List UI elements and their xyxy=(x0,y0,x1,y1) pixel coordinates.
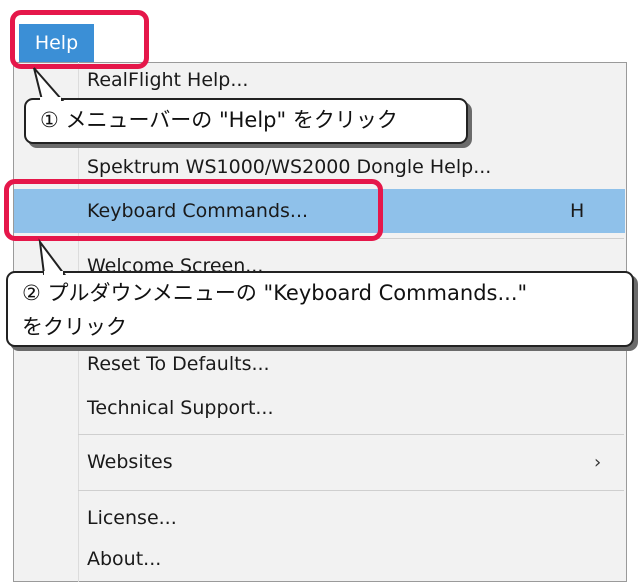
menu-item-label: License... xyxy=(87,507,177,529)
callout-step2: ② プルダウンメニューの "Keyboard Commands..." をクリッ… xyxy=(6,271,634,347)
menu-separator xyxy=(78,490,624,491)
menu-item-reset-to-defaults[interactable]: Reset To Defaults... xyxy=(14,342,625,386)
menu-item-label: About... xyxy=(87,548,162,570)
menu-item-label: Spektrum WS1000/WS2000 Dongle Help... xyxy=(87,156,492,178)
menu-item-realflight-help[interactable]: RealFlight Help... xyxy=(14,58,625,102)
menu-item-websites[interactable]: Websites › xyxy=(14,440,625,484)
menu-separator xyxy=(78,238,624,239)
menu-bar: Help xyxy=(0,0,642,62)
callout-step2-text-line1: ② プルダウンメニューの "Keyboard Commands..." xyxy=(22,281,528,305)
menu-item-shortcut: H xyxy=(570,200,585,222)
callout-step1-pointer xyxy=(33,67,65,101)
menubar-help-item[interactable]: Help xyxy=(19,24,94,62)
menu-item-technical-support[interactable]: Technical Support... xyxy=(14,386,625,430)
menu-item-about[interactable]: About... xyxy=(14,537,625,581)
callout-step1: ① メニューバーの "Help" をクリック xyxy=(24,98,468,144)
menu-item-license[interactable]: License... xyxy=(14,496,625,540)
menu-item-label: Websites xyxy=(87,451,173,473)
menu-item-spektrum-dongle-help[interactable]: Spektrum WS1000/WS2000 Dongle Help... xyxy=(14,145,625,189)
menu-item-label: Keyboard Commands... xyxy=(87,200,309,222)
menu-item-label: Technical Support... xyxy=(87,397,274,419)
menu-item-label: RealFlight Help... xyxy=(87,69,249,91)
callout-step2-pointer xyxy=(38,238,66,275)
menu-separator xyxy=(78,434,624,435)
callout-step2-text-line2: をクリック xyxy=(22,315,127,339)
menu-item-keyboard-commands[interactable]: Keyboard Commands... H xyxy=(14,189,625,233)
menu-item-label: Reset To Defaults... xyxy=(87,353,270,375)
callout-step1-text: ① メニューバーの "Help" をクリック xyxy=(40,108,398,132)
chevron-right-icon: › xyxy=(594,451,602,473)
